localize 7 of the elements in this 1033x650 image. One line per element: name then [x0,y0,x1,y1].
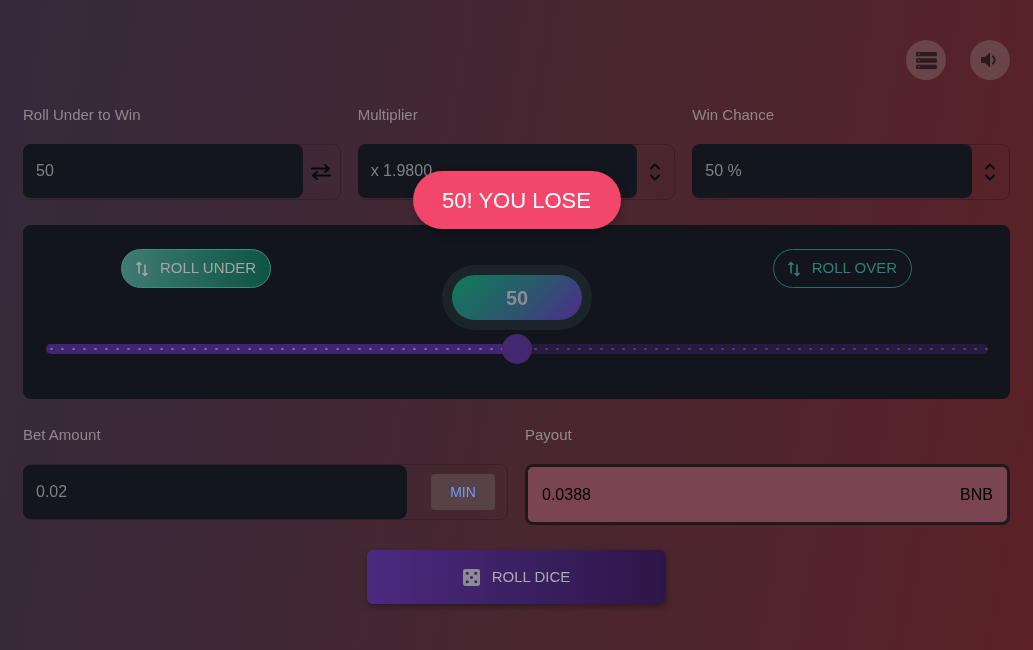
currency-label: BNB [960,484,993,505]
slider-value: 50 [452,275,582,320]
field-label: Multiplier [357,106,418,124]
field-label: Payout [525,426,572,444]
field-label: Bet Amount [23,426,101,444]
field-label: Roll Under to Win [23,106,141,124]
field-label: Win Chance [692,106,775,124]
